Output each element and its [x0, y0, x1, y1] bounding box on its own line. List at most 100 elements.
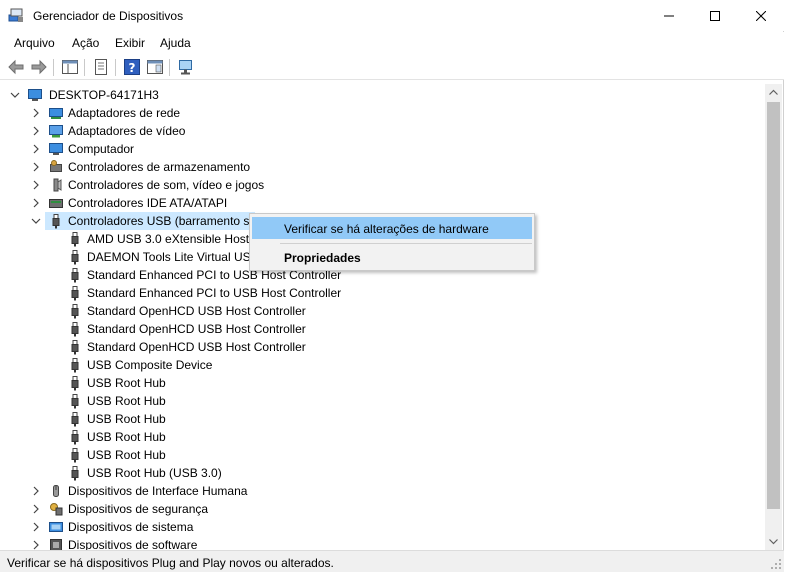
scan-hardware-icon[interactable] — [177, 58, 195, 76]
usb-icon — [71, 448, 79, 463]
minimize-button[interactable] — [646, 0, 692, 31]
chevron-down-icon[interactable] — [9, 89, 21, 101]
tree-category[interactable]: Computador — [5, 140, 765, 158]
tree-category[interactable]: Dispositivos de software — [5, 536, 765, 550]
scroll-down-icon[interactable] — [765, 533, 782, 550]
security-icon — [50, 503, 63, 516]
scan-hardware-changes-label: Verificar se há alterações de hardware — [284, 222, 489, 236]
maximize-button[interactable] — [692, 0, 738, 31]
menu-exibir[interactable]: Exibir — [115, 36, 145, 50]
tree-category[interactable]: Dispositivos de sistema — [5, 518, 765, 536]
show-hide-console-tree-icon[interactable] — [61, 58, 79, 76]
chevron-right-icon[interactable] — [30, 521, 42, 533]
vertical-scrollbar[interactable] — [765, 84, 782, 550]
usb-device-item[interactable]: USB Root Hub — [5, 410, 765, 428]
tree-category-label: Controladores IDE ATA/ATAPI — [68, 196, 228, 210]
toolbar: ? — [0, 54, 784, 80]
device-tree[interactable]: DESKTOP-64171H3 Adaptadores de rede Adapt… — [5, 84, 765, 550]
usb-device-item[interactable]: Standard Enhanced PCI to USB Host Contro… — [5, 284, 765, 302]
close-button[interactable] — [738, 0, 784, 31]
tree-category[interactable]: Controladores IDE ATA/ATAPI — [5, 194, 765, 212]
tree-category[interactable]: Adaptadores de vídeo — [5, 122, 765, 140]
properties-label: Propriedades — [284, 251, 361, 265]
usb-device-label: Standard Enhanced PCI to USB Host Contro… — [87, 286, 342, 300]
properties-menu-item[interactable]: Propriedades — [252, 246, 532, 268]
menu-acao[interactable]: Ação — [72, 36, 99, 50]
chevron-right-icon[interactable] — [30, 179, 42, 191]
software-icon — [50, 539, 62, 550]
tree-category-label: Controladores de armazenamento — [68, 160, 251, 174]
usb-device-item[interactable]: Standard OpenHCD USB Host Controller — [5, 320, 765, 338]
chevron-right-icon[interactable] — [30, 503, 42, 515]
usb-device-item[interactable]: USB Root Hub — [5, 374, 765, 392]
properties-sheet-icon[interactable] — [92, 58, 110, 76]
hid-icon — [53, 485, 59, 497]
usb-device-item[interactable]: Standard OpenHCD USB Host Controller — [5, 338, 765, 356]
usb-device-item[interactable]: Standard OpenHCD USB Host Controller — [5, 302, 765, 320]
usb-device-label: USB Root Hub — [87, 430, 166, 444]
status-bar: Verificar se há dispositivos Plug and Pl… — [0, 550, 784, 572]
computer-icon — [28, 89, 42, 101]
system-icon — [49, 522, 63, 532]
chevron-right-icon[interactable] — [30, 125, 42, 137]
scroll-thumb[interactable] — [767, 102, 780, 509]
tree-category[interactable]: Dispositivos de Interface Humana — [5, 482, 765, 500]
usb-device-label: USB Root Hub — [87, 394, 166, 408]
usb-icon — [71, 466, 79, 481]
menu-ajuda[interactable]: Ajuda — [160, 36, 191, 50]
tree-category[interactable]: Controladores de som, vídeo e jogos — [5, 176, 765, 194]
usb-icon — [71, 412, 79, 427]
back-arrow-icon[interactable] — [7, 58, 25, 76]
usb-device-label: Standard OpenHCD USB Host Controller — [87, 322, 306, 336]
usb-icon — [71, 322, 79, 337]
usb-device-label: Standard OpenHCD USB Host Controller — [87, 340, 306, 354]
title-bar[interactable]: Gerenciador de Dispositivos — [0, 0, 784, 31]
toolbar-separator — [115, 59, 116, 76]
tree-category-label: Adaptadores de vídeo — [68, 124, 186, 138]
usb-device-label: USB Root Hub — [87, 448, 166, 462]
usb-icon — [71, 358, 79, 373]
minimize-icon — [664, 15, 674, 16]
menu-bar: Arquivo Ação Exibir Ajuda — [0, 32, 784, 54]
usb-icon — [52, 214, 60, 229]
sound-icon — [53, 178, 62, 192]
usb-device-item[interactable]: USB Root Hub — [5, 446, 765, 464]
help-icon[interactable]: ? — [123, 58, 141, 76]
usb-device-item[interactable]: USB Composite Device — [5, 356, 765, 374]
menu-arquivo[interactable]: Arquivo — [14, 36, 55, 50]
usb-icon — [71, 250, 79, 265]
toolbar-separator — [53, 59, 54, 76]
chevron-right-icon[interactable] — [30, 485, 42, 497]
tree-category[interactable]: Adaptadores de rede — [5, 104, 765, 122]
usb-icon — [71, 232, 79, 247]
usb-icon — [71, 394, 79, 409]
chevron-down-icon[interactable] — [30, 215, 42, 227]
tree-category-label: Computador — [68, 142, 135, 156]
chevron-right-icon[interactable] — [30, 143, 42, 155]
chevron-right-icon[interactable] — [30, 197, 42, 209]
usb-icon — [71, 286, 79, 301]
maximize-icon — [710, 10, 720, 21]
tree-root[interactable]: DESKTOP-64171H3 — [5, 86, 765, 104]
scan-hardware-changes-menu-item[interactable]: Verificar se há alterações de hardware — [252, 217, 532, 239]
tree-category[interactable]: Controladores de armazenamento — [5, 158, 765, 176]
usb-device-label: USB Root Hub — [87, 376, 166, 390]
tree-category-label: Dispositivos de segurança — [68, 502, 209, 516]
usb-device-item[interactable]: USB Root Hub — [5, 428, 765, 446]
usb-device-item[interactable]: USB Root Hub — [5, 392, 765, 410]
tree-category-label: Dispositivos de Interface Humana — [68, 484, 248, 498]
usb-icon — [71, 268, 79, 283]
context-menu: Verificar se há alterações de hardware P… — [249, 213, 535, 271]
usb-device-label: USB Root Hub (USB 3.0) — [87, 466, 222, 480]
tree-category[interactable]: Dispositivos de segurança — [5, 500, 765, 518]
usb-device-item[interactable]: USB Root Hub (USB 3.0) — [5, 464, 765, 482]
status-text: Verificar se há dispositivos Plug and Pl… — [7, 556, 334, 570]
action-pane-icon[interactable] — [146, 58, 164, 76]
usb-icon — [71, 430, 79, 445]
forward-arrow-icon[interactable] — [30, 58, 48, 76]
resize-grip-icon[interactable] — [770, 558, 782, 570]
chevron-right-icon[interactable] — [30, 107, 42, 119]
chevron-right-icon[interactable] — [30, 539, 42, 550]
scroll-up-icon[interactable] — [765, 84, 782, 101]
chevron-right-icon[interactable] — [30, 161, 42, 173]
